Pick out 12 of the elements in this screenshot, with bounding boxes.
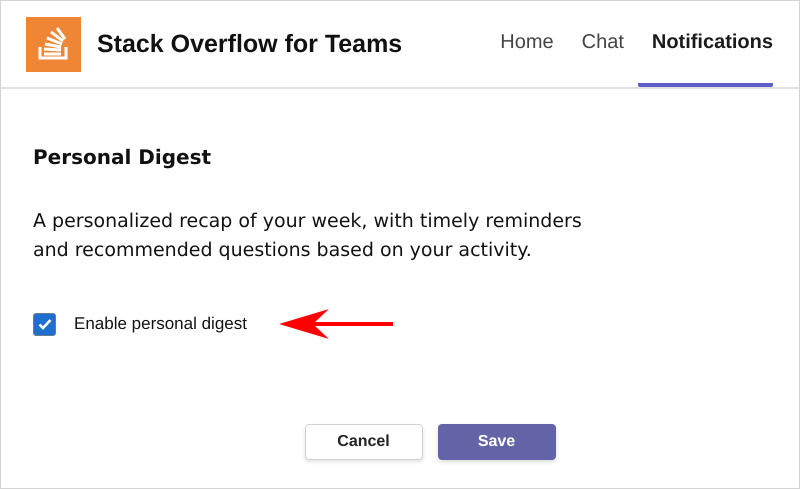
logo-icon xyxy=(26,16,81,72)
save-button[interactable]: Save xyxy=(438,424,556,460)
cancel-button[interactable]: Cancel xyxy=(304,424,422,460)
checkbox-label: Enable personal digest xyxy=(74,314,247,334)
checkbox[interactable] xyxy=(33,312,56,336)
description: A personalized recap of your week, with timely reminders and recommended questions based on your activity. xyxy=(33,209,583,263)
nav-tab[interactable]: Chat xyxy=(568,1,638,87)
nav-tab[interactable]: Home xyxy=(486,1,568,87)
check-icon xyxy=(38,318,52,330)
nav-tab[interactable]: Notifications xyxy=(638,1,773,87)
section-title: Personal Digest xyxy=(33,145,212,169)
app-title: Stack Overflow for Teams xyxy=(97,30,402,58)
